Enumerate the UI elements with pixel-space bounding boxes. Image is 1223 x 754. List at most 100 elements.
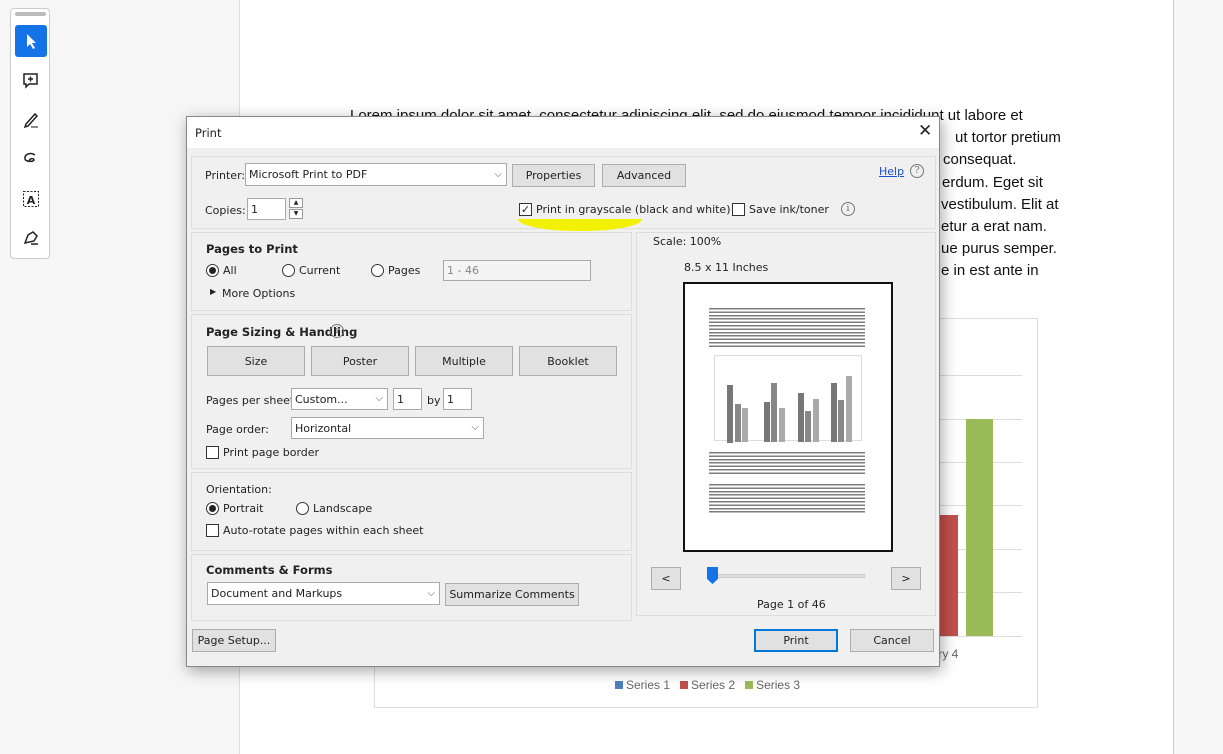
doc-line: vestibulum. Elit at — [941, 196, 1059, 213]
printer-section: Printer: Microsoft Print to PDF ⌵ Propert… — [191, 156, 936, 231]
page-order-label: Page order: — [206, 423, 269, 436]
doc-line: erdum. Eget sit — [942, 174, 1043, 191]
tools-toolbar: A — [10, 8, 50, 259]
doc-line: etur a erat nam. — [941, 218, 1047, 235]
page-order-select[interactable]: Horizontal ⌵ — [291, 417, 484, 439]
pages-per-sheet-label: Pages per sheet: — [206, 394, 298, 407]
preview-text — [709, 484, 865, 514]
summarize-comments-button[interactable]: Summarize Comments — [445, 583, 579, 606]
section-title: Pages to Print — [206, 242, 298, 256]
comments-forms-section: Comments & Forms Document and Markups ⌵ S… — [191, 554, 632, 621]
close-icon[interactable]: ✕ — [918, 121, 932, 141]
chevron-down-icon: ⌵ — [375, 392, 383, 404]
svg-text:A: A — [27, 194, 36, 207]
save-ink-checkbox[interactable] — [732, 203, 745, 216]
landscape-radio[interactable] — [296, 502, 309, 515]
bar-series-3 — [966, 419, 993, 636]
copies-input[interactable]: 1 — [247, 198, 286, 220]
size-button[interactable]: Size — [207, 346, 305, 376]
pages-to-print-section: Pages to Print All Current Pages 1 - 46 … — [191, 232, 632, 311]
booklet-button[interactable]: Booklet — [519, 346, 617, 376]
doc-line: e in est ante in — [941, 262, 1039, 279]
orientation-section: Orientation: Portrait Landscape Auto-rot… — [191, 472, 632, 551]
preview-section: Scale: 100% 8.5 x 11 Inches < > Page 1 o… — [636, 232, 936, 616]
section-title: Orientation: — [206, 483, 272, 496]
all-label: All — [223, 264, 237, 277]
chevron-down-icon: ⌵ — [471, 421, 479, 433]
advanced-button[interactable]: Advanced — [602, 164, 686, 187]
current-label: Current — [299, 264, 341, 277]
preview-text — [709, 452, 865, 474]
select-tool-button[interactable] — [15, 25, 47, 57]
chevron-down-icon: ⌵ — [494, 168, 502, 180]
fountain-pen-icon — [23, 231, 38, 245]
page-slider-thumb[interactable] — [707, 567, 718, 584]
printer-select[interactable]: Microsoft Print to PDF ⌵ — [245, 163, 507, 186]
info-icon[interactable]: i — [330, 324, 344, 338]
info-icon[interactable]: i — [841, 202, 855, 216]
grayscale-checkbox[interactable]: ✓ — [519, 203, 532, 216]
text-recognition-button[interactable]: A — [15, 183, 47, 215]
sign-button[interactable] — [15, 222, 47, 254]
page-slider[interactable] — [707, 574, 865, 578]
portrait-label: Portrait — [223, 502, 264, 515]
doc-line: consequat. — [943, 151, 1017, 168]
lasso-icon — [24, 152, 36, 163]
yellow-highlight-mark — [518, 219, 642, 231]
printer-label: Printer: — [205, 169, 246, 182]
expand-triangle-icon[interactable]: ▶ — [210, 287, 216, 296]
copies-label: Copies: — [205, 204, 246, 217]
add-comment-button[interactable] — [15, 65, 47, 97]
chevron-down-icon: ⌵ — [427, 587, 435, 599]
all-radio[interactable] — [206, 264, 219, 277]
help-icon[interactable]: ? — [910, 164, 924, 178]
cursor-arrow-icon — [27, 34, 36, 49]
pages-radio[interactable] — [371, 264, 384, 277]
page-setup-button[interactable]: Page Setup... — [192, 629, 276, 652]
pages-label: Pages — [388, 264, 421, 277]
copies-up-button[interactable]: ▲ — [289, 198, 303, 208]
preview-chart — [714, 355, 862, 443]
page-range-input[interactable]: 1 - 46 — [443, 260, 591, 281]
print-button[interactable]: Print — [754, 629, 838, 652]
legend-item: Series 2 — [680, 678, 735, 692]
highlight-button[interactable] — [15, 104, 47, 136]
print-page-border-checkbox[interactable] — [206, 446, 219, 459]
save-ink-label: Save ink/toner — [749, 203, 829, 216]
print-dialog: Print ✕ Printer: Microsoft Print to PDF ⌵… — [186, 116, 940, 667]
multiple-button[interactable]: Multiple — [415, 346, 513, 376]
text-box-icon: A — [23, 191, 39, 207]
next-page-button[interactable]: > — [891, 567, 921, 590]
auto-rotate-checkbox[interactable] — [206, 524, 219, 537]
section-title: Comments & Forms — [206, 563, 333, 577]
portrait-radio[interactable] — [206, 502, 219, 515]
properties-button[interactable]: Properties — [512, 164, 595, 187]
comments-forms-select[interactable]: Document and Markups ⌵ — [207, 582, 440, 605]
page-sizing-section: Page Sizing & Handling i Size Poster Mul… — [191, 314, 632, 469]
paper-size-label: 8.5 x 11 Inches — [684, 261, 769, 274]
scale-label: Scale: 100% — [653, 235, 722, 248]
dialog-title-bar: Print ✕ — [187, 117, 939, 148]
landscape-label: Landscape — [313, 502, 373, 515]
print-page-border-label: Print page border — [223, 446, 320, 459]
preview-text — [709, 308, 865, 348]
cancel-button[interactable]: Cancel — [850, 629, 934, 652]
pages-x-input[interactable]: 1 — [393, 388, 422, 410]
help-link[interactable]: Help — [879, 165, 904, 178]
doc-line: ue purus semper. — [941, 240, 1057, 257]
more-options-toggle[interactable]: More Options — [222, 287, 295, 300]
legend-item: Series 1 — [615, 678, 670, 692]
page-preview — [683, 282, 893, 552]
current-radio[interactable] — [282, 264, 295, 277]
pages-y-input[interactable]: 1 — [443, 388, 472, 410]
pages-per-sheet-select[interactable]: Custom... ⌵ — [291, 388, 388, 410]
doc-line: ut tortor pretium — [955, 129, 1061, 146]
dialog-title: Print — [195, 126, 222, 140]
draw-button[interactable] — [15, 143, 47, 175]
poster-button[interactable]: Poster — [311, 346, 409, 376]
previous-page-button[interactable]: < — [651, 567, 681, 590]
pen-icon — [23, 112, 39, 129]
auto-rotate-label: Auto-rotate pages within each sheet — [223, 524, 424, 537]
copies-down-button[interactable]: ▼ — [289, 209, 303, 219]
drag-handle[interactable] — [15, 12, 46, 16]
